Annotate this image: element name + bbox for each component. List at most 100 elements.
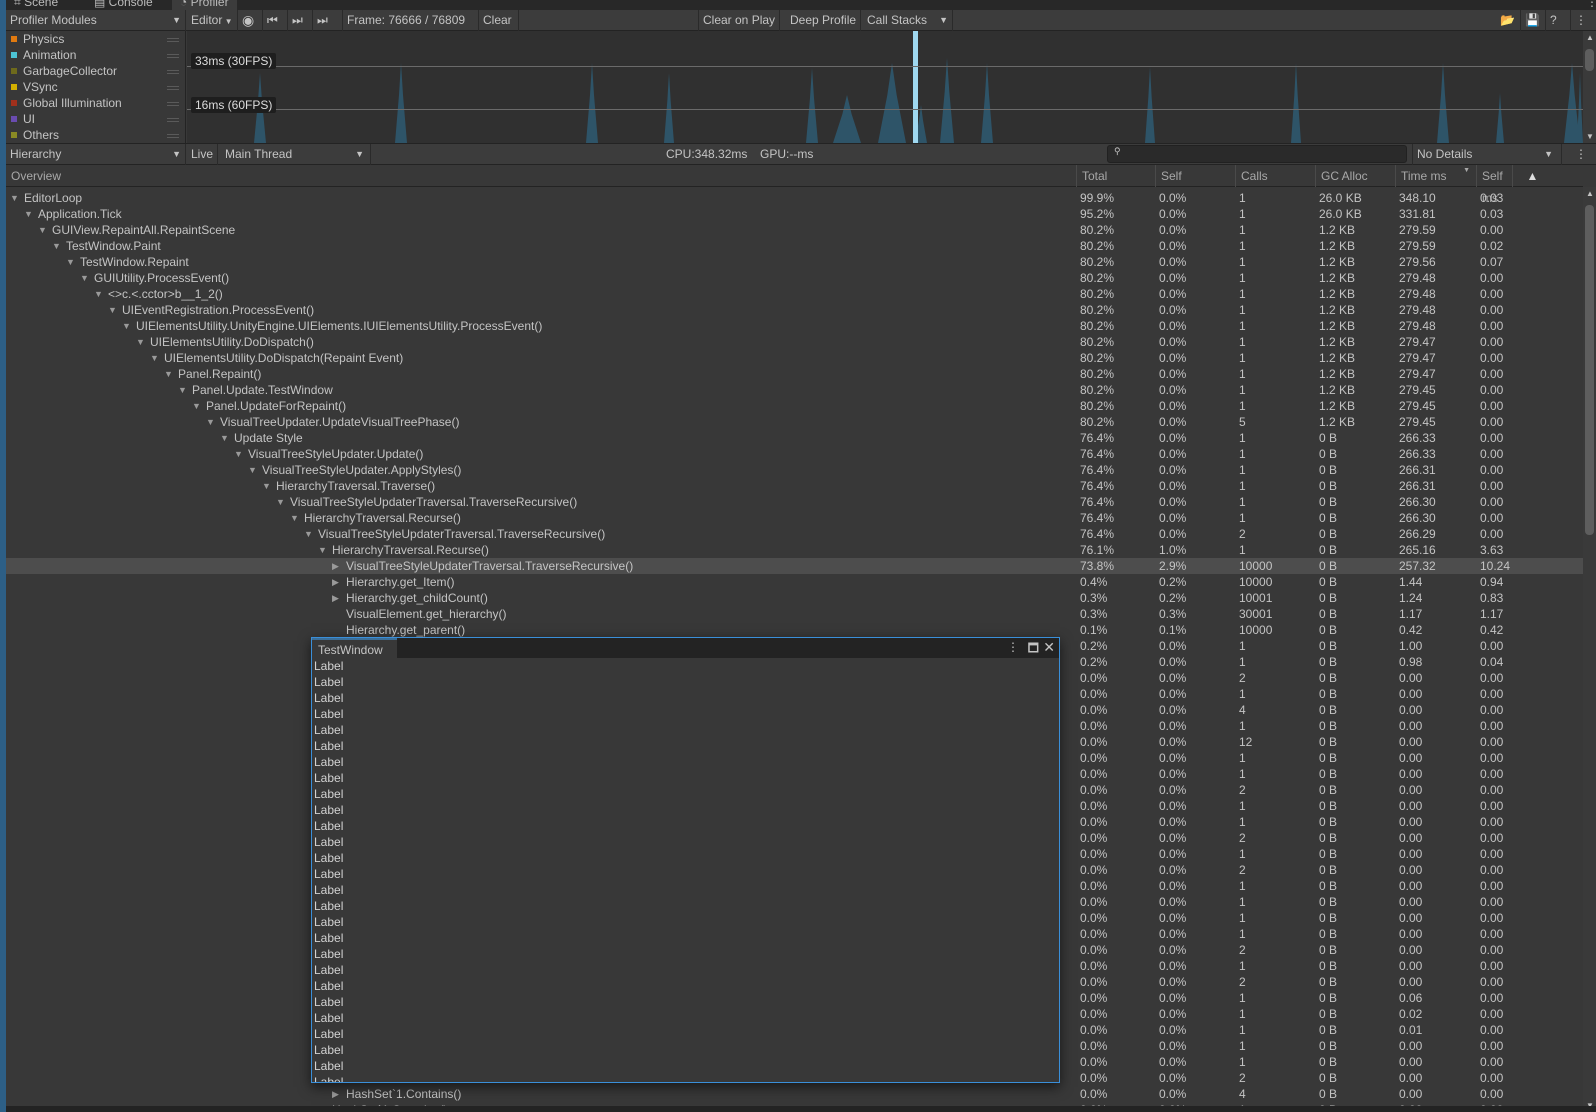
expand-down-icon[interactable]: ▼ <box>276 494 285 510</box>
clear-on-play-toggle[interactable]: Clear on Play <box>698 10 781 31</box>
thread-dropdown[interactable]: Main Thread ▼ <box>221 144 371 165</box>
drag-handle-icon[interactable] <box>167 86 179 90</box>
column-self[interactable]: Self <box>1155 165 1235 187</box>
tab-console[interactable]: ▤ Console <box>94 0 153 10</box>
selected-frame-marker[interactable] <box>913 31 918 143</box>
test-window[interactable]: TestWindow ⋮ 🗖 ✕ Label Label Label Label Lab… <box>311 637 1060 1083</box>
current-frame-button[interactable]: ⏭ <box>313 10 343 31</box>
expand-down-icon[interactable]: ▼ <box>248 462 257 478</box>
help-icon[interactable]: ? <box>1546 10 1571 31</box>
expand-down-icon[interactable]: ▼ <box>122 318 131 334</box>
chart-scroll-thumb[interactable] <box>1585 49 1594 71</box>
column-overview[interactable]: Overview <box>6 165 61 187</box>
module-others[interactable]: Others <box>6 127 185 143</box>
warning-column-icon[interactable]: ▲ <box>1512 165 1552 187</box>
table-row[interactable]: ▼ Panel.Update.TestWindow 80.2% 0.0% 1 1.2 KB… <box>6 382 1583 398</box>
test-window-header[interactable]: TestWindow ⋮ 🗖 ✕ <box>312 638 1059 658</box>
table-row[interactable]: ▼ TestWindow.Paint 80.2% 0.0% 1 1.2 KB 279.59 0… <box>6 238 1583 254</box>
table-row[interactable]: ▼ Application.Tick 95.2% 0.0% 1 26.0 KB 331.81… <box>6 206 1583 222</box>
module-animation[interactable]: Animation <box>6 47 185 63</box>
drag-handle-icon[interactable] <box>167 134 179 138</box>
column-self-ms[interactable]: Self ms <box>1476 165 1512 205</box>
more-options-icon[interactable]: ⋮ <box>1571 144 1591 165</box>
expand-right-icon[interactable]: ▶ <box>332 574 339 590</box>
hierarchy-scroll-thumb[interactable] <box>1585 205 1594 535</box>
tab-menu-icon[interactable]: ⋮ <box>1586 0 1596 10</box>
search-input[interactable]: ⚲ <box>1107 145 1407 163</box>
expand-down-icon[interactable]: ▼ <box>192 398 201 414</box>
module-garbagecollector[interactable]: GarbageCollector <box>6 63 185 79</box>
column-calls[interactable]: Calls <box>1235 165 1315 187</box>
expand-down-icon[interactable]: ▼ <box>10 190 19 206</box>
previous-frame-button[interactable]: ⏮ <box>263 10 288 31</box>
scroll-up-icon[interactable]: ▲ <box>1586 33 1594 42</box>
column-time-ms[interactable]: Time ms ▼ <box>1395 165 1476 187</box>
table-row[interactable]: Hierarchy.get_parent() 0.1% 0.1% 10000 0 B 0.… <box>6 622 1583 638</box>
table-row[interactable]: ▼ Panel.Repaint() 80.2% 0.0% 1 1.2 KB 279.47 0.… <box>6 366 1583 382</box>
module-physics[interactable]: Physics <box>6 31 185 47</box>
expand-down-icon[interactable]: ▼ <box>220 430 229 446</box>
table-row[interactable]: ▼ VisualTreeStyleUpdater.Update() 76.4% 0.0… <box>6 446 1583 462</box>
expand-down-icon[interactable]: ▼ <box>234 446 243 462</box>
expand-down-icon[interactable]: ▼ <box>38 222 47 238</box>
expand-down-icon[interactable]: ▼ <box>66 254 75 270</box>
module-ui[interactable]: UI <box>6 111 185 127</box>
table-row[interactable]: ▼ GUIView.RepaintAll.RepaintScene 80.2% 0.0… <box>6 222 1583 238</box>
cpu-usage-chart[interactable]: 33ms (30FPS) 16ms (60FPS) <box>187 31 1583 143</box>
details-dropdown[interactable]: No Details ▼ <box>1412 144 1562 165</box>
column-total[interactable]: Total <box>1076 165 1155 187</box>
table-row[interactable]: ▼ UIElementsUtility.DoDispatch(Repaint Ev… <box>6 350 1583 366</box>
table-row[interactable]: ▶ HashSet`1.Contains() 0.0% 0.0% 4 0 B 0.00 0.0… <box>6 1086 1583 1102</box>
table-row[interactable]: ▼ VisualTreeStyleUpdaterTraversal.Travers… <box>6 526 1583 542</box>
expand-down-icon[interactable]: ▼ <box>262 478 271 494</box>
table-row[interactable]: ▼ UIElementsUtility.UnityEngine.UIElement… <box>6 318 1583 334</box>
expand-right-icon[interactable]: ▶ <box>332 1086 339 1102</box>
drag-handle-icon[interactable] <box>167 118 179 122</box>
save-icon[interactable]: 💾 <box>1521 10 1546 31</box>
table-row[interactable]: ▶ Hierarchy.get_Item() 0.4% 0.2% 10000 0 B 1.4… <box>6 574 1583 590</box>
table-row[interactable]: ▼ Update Style 76.4% 0.0% 1 0 B 266.33 0.00 <box>6 430 1583 446</box>
table-row[interactable]: ▼ VisualTreeStyleUpdater.ApplyStyles() 76.… <box>6 462 1583 478</box>
table-row[interactable]: ▼ VisualTreeStyleUpdaterTraversal.Travers… <box>6 494 1583 510</box>
table-row[interactable]: ▼ UIEventRegistration.ProcessEvent() 80.2%… <box>6 302 1583 318</box>
table-row[interactable]: ▶ Hierarchy.get_childCount() 0.3% 0.2% 10001… <box>6 590 1583 606</box>
expand-down-icon[interactable]: ▼ <box>206 414 215 430</box>
table-row[interactable]: ▶ VisualTreeStyleUpdaterTraversal.Travers… <box>6 558 1583 574</box>
maximize-icon[interactable]: 🗖 <box>1028 639 1039 660</box>
chart-scrollbar[interactable]: ▲ ▼ <box>1583 31 1596 143</box>
expand-down-icon[interactable]: ▼ <box>94 286 103 302</box>
test-window-tab[interactable]: TestWindow <box>312 638 397 658</box>
expand-down-icon[interactable]: ▼ <box>136 334 145 350</box>
table-row[interactable]: ▼ GUIUtility.ProcessEvent() 80.2% 0.0% 1 1.2 … <box>6 270 1583 286</box>
expand-right-icon[interactable]: ▶ <box>332 558 339 574</box>
table-row[interactable]: ▼ HierarchyTraversal.Traverse() 76.4% 0.0% 1… <box>6 478 1583 494</box>
table-row[interactable]: ▼ EditorLoop 99.9% 0.0% 1 26.0 KB 348.10 0.03 <box>6 190 1583 206</box>
scroll-down-icon[interactable]: ▼ <box>1586 132 1594 141</box>
load-icon[interactable]: 📂 <box>1496 10 1521 31</box>
view-dropdown[interactable]: Hierarchy ▼ <box>6 144 186 165</box>
expand-down-icon[interactable]: ▼ <box>164 366 173 382</box>
table-row[interactable]: ▼ HierarchyTraversal.Recurse() 76.1% 1.0% 1 0… <box>6 542 1583 558</box>
expand-down-icon[interactable]: ▼ <box>24 206 33 222</box>
table-row[interactable]: ▼ HierarchyTraversal.Recurse() 76.4% 0.0% 1 0… <box>6 510 1583 526</box>
table-row[interactable]: ▼ UIElementsUtility.DoDispatch() 80.2% 0.0%… <box>6 334 1583 350</box>
expand-down-icon[interactable]: ▼ <box>150 350 159 366</box>
table-row[interactable]: ▼ <>c.<.cctor>b__1_2() 80.2% 0.0% 1 1.2 KB 279… <box>6 286 1583 302</box>
record-button[interactable]: ◉ <box>238 10 263 31</box>
drag-handle-icon[interactable] <box>167 38 179 42</box>
table-row[interactable]: VisualElement.get_hierarchy() 0.3% 0.3% 300… <box>6 606 1583 622</box>
close-icon[interactable]: ✕ <box>1043 639 1055 655</box>
expand-down-icon[interactable]: ▼ <box>52 238 61 254</box>
hierarchy-scrollbar[interactable]: ▲ ▼ <box>1583 187 1596 1112</box>
drag-handle-icon[interactable] <box>167 102 179 106</box>
live-toggle[interactable]: Live <box>187 144 219 165</box>
module-global-illumination[interactable]: Global Illumination <box>6 95 185 111</box>
tab-scene[interactable]: ⌗ Scene <box>14 0 58 10</box>
expand-down-icon[interactable]: ▼ <box>178 382 187 398</box>
expand-down-icon[interactable]: ▼ <box>318 542 327 558</box>
deep-profile-toggle[interactable]: Deep Profile <box>786 10 862 31</box>
table-row[interactable]: ▼ Panel.UpdateForRepaint() 80.2% 0.0% 1 1.2 K… <box>6 398 1583 414</box>
column-gc-alloc[interactable]: GC Alloc <box>1315 165 1395 187</box>
tab-profiler[interactable]: ◔ Profiler <box>172 0 237 10</box>
table-row[interactable]: ▼ VisualTreeUpdater.UpdateVisualTreePhase… <box>6 414 1583 430</box>
